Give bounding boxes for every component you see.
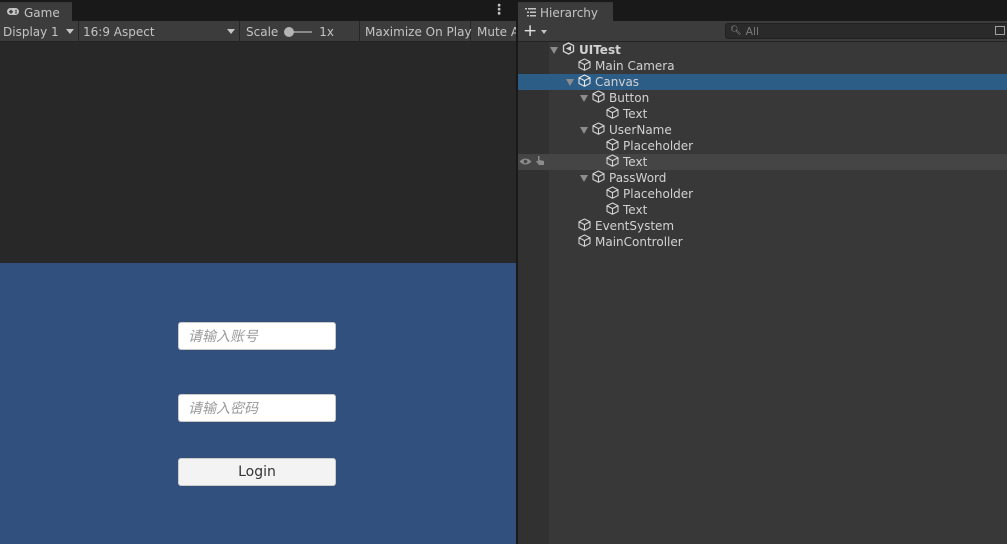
gamepad-icon — [6, 6, 20, 20]
more-options-icon[interactable]: ⋮ — [492, 3, 506, 17]
tab-hierarchy-label: Hierarchy — [540, 5, 599, 20]
password-placeholder: 请输入密码 — [188, 401, 258, 417]
hierarchy-item-label: UITest — [579, 43, 621, 57]
hierarchy-item-label: EventSystem — [595, 219, 675, 233]
gameobject-icon — [606, 138, 619, 154]
hierarchy-item-label: Placeholder — [623, 187, 694, 201]
display-dropdown[interactable]: Display 1 — [0, 21, 79, 41]
hierarchy-item-label: Text — [623, 203, 648, 217]
hierarchy-item-username[interactable]: UserName — [518, 122, 1007, 138]
gameobject-icon — [592, 170, 605, 186]
gameobject-icon — [578, 58, 591, 74]
fold-arrow-icon[interactable] — [580, 126, 588, 134]
search-placeholder: All — [745, 24, 760, 38]
game-view: 请输入账号 请输入密码 Login — [0, 42, 516, 544]
eye-icon[interactable] — [519, 156, 532, 169]
scale-slider-knob[interactable] — [284, 26, 295, 37]
fold-arrow-icon[interactable] — [580, 94, 588, 102]
add-icon[interactable]: + — [523, 22, 537, 40]
maximize-on-play-toggle[interactable]: Maximize On Play — [361, 21, 472, 41]
hierarchy-item-label: Main Camera — [595, 59, 675, 73]
hierarchy-item-label: PassWord — [609, 171, 667, 185]
mute-audio-toggle[interactable]: Mute A — [472, 21, 516, 41]
scale-value: 1x — [319, 24, 335, 39]
hierarchy-item-label: Text — [623, 155, 648, 169]
fold-arrow-icon[interactable] — [550, 46, 558, 54]
hierarchy-item-canvas[interactable]: Canvas — [518, 74, 1007, 90]
password-input[interactable]: 请输入密码 — [178, 394, 336, 422]
username-placeholder: 请输入账号 — [188, 329, 258, 345]
gameobject-icon — [578, 74, 591, 90]
gameobject-icon — [606, 202, 619, 218]
hierarchy-item-maincontroller[interactable]: MainController — [518, 234, 1007, 250]
list-icon — [525, 6, 536, 20]
row-visibility-tools — [519, 154, 546, 170]
maximize-on-play-label: Maximize On Play — [365, 24, 472, 39]
login-button-label: Login — [238, 464, 276, 480]
hierarchy-item-eventsystem[interactable]: EventSystem — [518, 218, 1007, 234]
login-button[interactable]: Login — [178, 458, 336, 486]
hierarchy-item-placeholder[interactable]: Placeholder — [518, 186, 1007, 202]
username-input[interactable]: 请输入账号 — [178, 322, 336, 350]
hierarchy-tabbar: Hierarchy — [518, 0, 1007, 21]
tab-game[interactable]: Game — [0, 2, 72, 21]
hierarchy-item-label: Canvas — [595, 75, 640, 89]
pick-hand-icon[interactable] — [535, 155, 546, 169]
hierarchy-item-label: Text — [623, 107, 648, 121]
scale-control: Scale 1x — [241, 21, 360, 41]
game-toolbar: Display 1 16:9 Aspect Scale 1x Maximize … — [0, 21, 516, 42]
hierarchy-item-uitest[interactable]: UITest — [518, 42, 1007, 58]
hierarchy-item-placeholder[interactable]: Placeholder — [518, 138, 1007, 154]
hierarchy-item-button[interactable]: Button — [518, 90, 1007, 106]
hierarchy-item-text[interactable]: Text — [518, 202, 1007, 218]
hierarchy-item-text[interactable]: Text — [518, 154, 1007, 170]
gameobject-icon — [578, 234, 591, 250]
hierarchy-item-label: Button — [609, 91, 650, 105]
hierarchy-tree: UITest Main Camera Canvas Button Text Us… — [518, 42, 1007, 250]
scale-label: Scale — [246, 24, 279, 39]
gameobject-icon — [606, 154, 619, 170]
gameobject-icon — [592, 90, 605, 106]
unity-scene-icon — [562, 42, 575, 58]
search-icon: 🔍︎ — [730, 26, 742, 36]
gameobject-icon — [606, 106, 619, 122]
hierarchy-item-label: Placeholder — [623, 139, 694, 153]
fold-arrow-icon[interactable] — [566, 78, 574, 86]
hierarchy-item-main-camera[interactable]: Main Camera — [518, 58, 1007, 74]
fold-arrow-icon[interactable] — [580, 174, 588, 182]
tab-hierarchy[interactable]: Hierarchy — [518, 2, 613, 21]
tab-game-label: Game — [24, 5, 60, 20]
hierarchy-search-input[interactable]: 🔍︎ All — [725, 23, 1007, 39]
hierarchy-item-label: MainController — [595, 235, 683, 249]
hierarchy-toolbar: + 🔍︎ All — [518, 21, 1007, 42]
hierarchy-item-text[interactable]: Text — [518, 106, 1007, 122]
aspect-dropdown[interactable]: 16:9 Aspect — [80, 21, 240, 41]
game-panel: Game ⋮ Display 1 16:9 Aspect Scale 1x Ma… — [0, 0, 516, 544]
hierarchy-item-password[interactable]: PassWord — [518, 170, 1007, 186]
chevron-down-icon — [227, 29, 235, 34]
hierarchy-panel: Hierarchy + 🔍︎ All UITest Main Camera Ca… — [518, 0, 1007, 544]
gameobject-icon — [578, 218, 591, 234]
display-dropdown-label: Display 1 — [3, 24, 59, 39]
aspect-dropdown-label: 16:9 Aspect — [83, 24, 155, 39]
chevron-down-icon — [66, 29, 74, 34]
panel-menu-icon[interactable] — [995, 26, 1005, 35]
mute-audio-label: Mute A — [477, 24, 516, 39]
scale-slider[interactable] — [284, 26, 313, 37]
hierarchy-item-label: UserName — [609, 123, 672, 137]
gameobject-icon — [606, 186, 619, 202]
game-tabbar: Game ⋮ — [0, 0, 516, 21]
chevron-down-icon[interactable] — [541, 30, 547, 34]
gameobject-icon — [592, 122, 605, 138]
